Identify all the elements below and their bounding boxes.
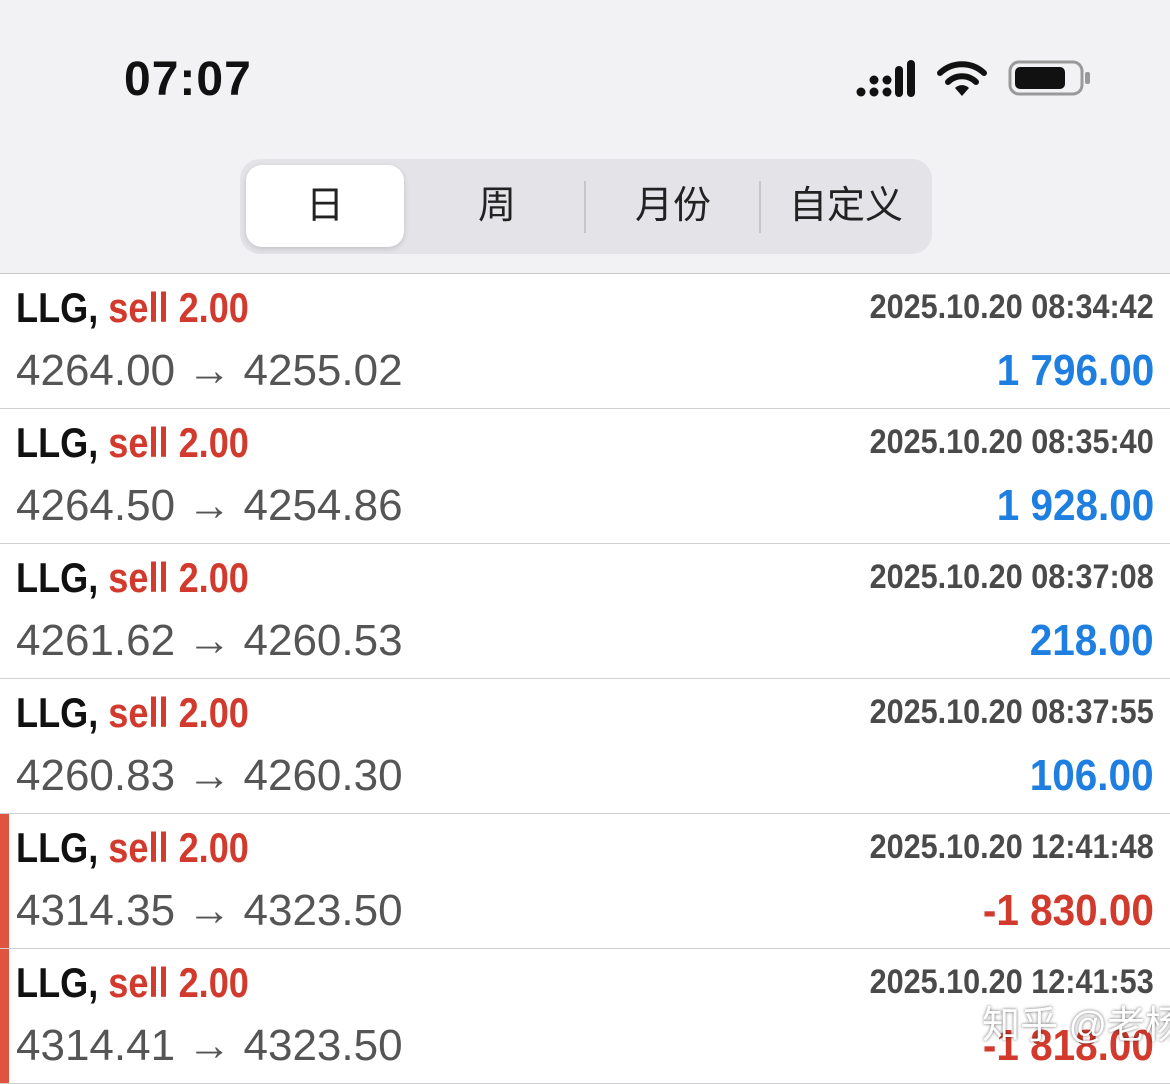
trade-symbol: LLG, sell 2.00 [16,959,249,1006]
trade-symbol: LLG, sell 2.00 [16,284,249,331]
trade-side: sell 2.00 [108,419,249,466]
trade-datetime: 2025.10.20 08:37:55 [869,693,1154,731]
cellular-signal-icon [856,60,915,97]
trade-prices: 4264.50 → 4254.86 [16,481,403,530]
trade-profit: 106.00 [1030,751,1154,800]
trade-row[interactable]: LLG, sell 2.00 2025.10.20 08:35:40 4264.… [0,409,1170,544]
trade-side: sell 2.00 [108,824,249,871]
trade-row[interactable]: LLG, sell 2.00 2025.10.20 08:37:08 4261.… [0,544,1170,679]
trade-side: sell 2.00 [108,959,249,1006]
trade-profit: 1 796.00 [996,346,1154,395]
trade-symbol: LLG, sell 2.00 [16,689,249,736]
trade-datetime: 2025.10.20 08:35:40 [869,423,1154,461]
trade-prices: 4260.83 → 4260.30 [16,751,403,800]
trade-profit: 1 928.00 [996,481,1154,530]
trade-history-list: LLG, sell 2.00 2025.10.20 08:34:42 4264.… [0,274,1170,1084]
trade-row[interactable]: LLG, sell 2.00 2025.10.20 08:37:55 4260.… [0,679,1170,814]
trade-prices: 4314.35 → 4323.50 [16,886,403,935]
trade-symbol: LLG, sell 2.00 [16,554,249,601]
tab-day[interactable]: 日 [246,165,404,247]
trade-profit: 218.00 [1030,616,1154,665]
status-time: 07:07 [124,53,252,106]
trade-prices: 4264.00 → 4255.02 [16,346,403,395]
trade-datetime: 2025.10.20 12:41:48 [869,828,1154,866]
segment-divider [759,181,761,233]
trade-row[interactable]: LLG, sell 2.00 2025.10.20 08:34:42 4264.… [0,274,1170,409]
trade-symbol: LLG, sell 2.00 [16,419,249,466]
trade-side: sell 2.00 [108,554,249,601]
trade-prices: 4261.62 → 4260.53 [16,616,403,665]
tab-month[interactable]: 月份 [588,165,758,247]
trade-prices: 4314.41 → 4323.50 [16,1021,403,1070]
segment-divider [584,181,586,233]
watermark: 知乎 @老杨丶 [982,1005,1170,1047]
tab-custom[interactable]: 自定义 [763,165,929,247]
trade-symbol: LLG, sell 2.00 [16,824,249,871]
header-area: 07:07 日 周 月份 自定义 [0,0,1170,274]
trade-loss: -1 830.00 [982,886,1154,935]
trade-datetime: 2025.10.20 08:34:42 [869,288,1154,326]
period-segmented-control: 日 周 月份 自定义 [240,159,932,254]
trade-side: sell 2.00 [108,689,249,736]
trade-datetime: 2025.10.20 08:37:08 [869,558,1154,596]
battery-icon [1008,60,1090,96]
wifi-icon [937,61,987,96]
tab-week[interactable]: 周 [412,165,582,247]
trade-side: sell 2.00 [108,284,249,331]
trade-row[interactable]: LLG, sell 2.00 2025.10.20 12:41:48 4314.… [0,814,1170,949]
